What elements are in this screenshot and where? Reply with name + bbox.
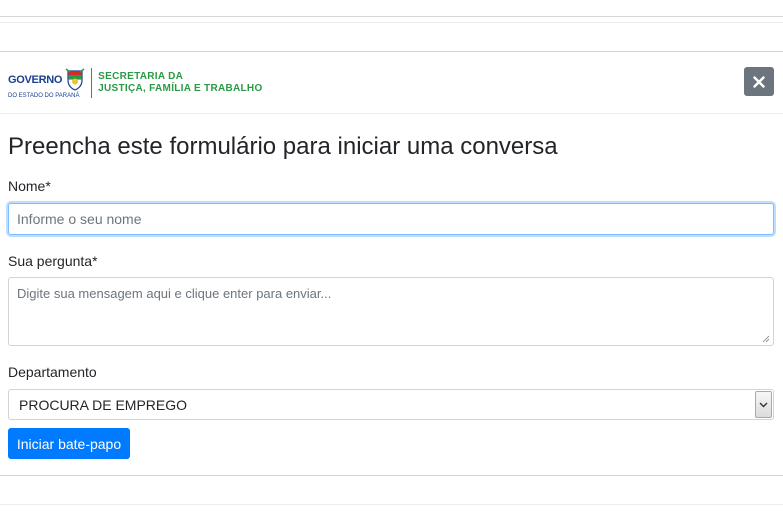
department-label: Departamento	[8, 364, 97, 380]
top-band	[0, 0, 783, 52]
form-title: Preencha este formulário para iniciar um…	[8, 133, 558, 160]
modal-footer-border	[0, 475, 783, 476]
chevron-down-icon	[759, 402, 768, 407]
department-select[interactable]: PROCURA DE EMPREGO	[8, 389, 774, 420]
select-dropdown-button[interactable]	[755, 391, 772, 418]
top-divider-secondary	[0, 22, 783, 23]
resize-grip-icon[interactable]	[760, 333, 770, 343]
logo-governo-subtext: DO ESTADO DO PARANÁ	[8, 92, 80, 99]
modal-header: GOVERNO DO ESTADO DO PARANÁ SECRETARIA D…	[0, 52, 783, 114]
department-selected-value: PROCURA DE EMPREGO	[19, 397, 188, 413]
governo-row: GOVERNO	[8, 67, 85, 92]
parana-crest-icon	[65, 67, 85, 91]
bottom-divider	[0, 504, 783, 505]
logo-secretaria-line2: JUSTIÇA, FAMÍLIA E TRABALHO	[98, 83, 263, 94]
close-icon	[753, 75, 765, 88]
name-label: Nome*	[8, 178, 51, 194]
question-label: Sua pergunta*	[8, 253, 98, 269]
logo-separator	[91, 68, 93, 98]
governo-block: GOVERNO DO ESTADO DO PARANÁ	[8, 67, 85, 99]
top-divider	[0, 16, 783, 17]
logo-secretaria-line1: SECRETARIA DA	[98, 71, 184, 82]
name-input[interactable]	[8, 203, 774, 235]
government-logo: GOVERNO DO ESTADO DO PARANÁ SECRETARIA D…	[8, 66, 263, 100]
logo-governo-text: GOVERNO	[8, 73, 63, 86]
close-button[interactable]	[744, 67, 774, 96]
question-textarea[interactable]	[8, 277, 774, 346]
start-chat-button[interactable]: Iniciar bate-papo	[8, 428, 130, 459]
secretaria-block: SECRETARIA DA JUSTIÇA, FAMÍLIA E TRABALH…	[98, 71, 262, 95]
